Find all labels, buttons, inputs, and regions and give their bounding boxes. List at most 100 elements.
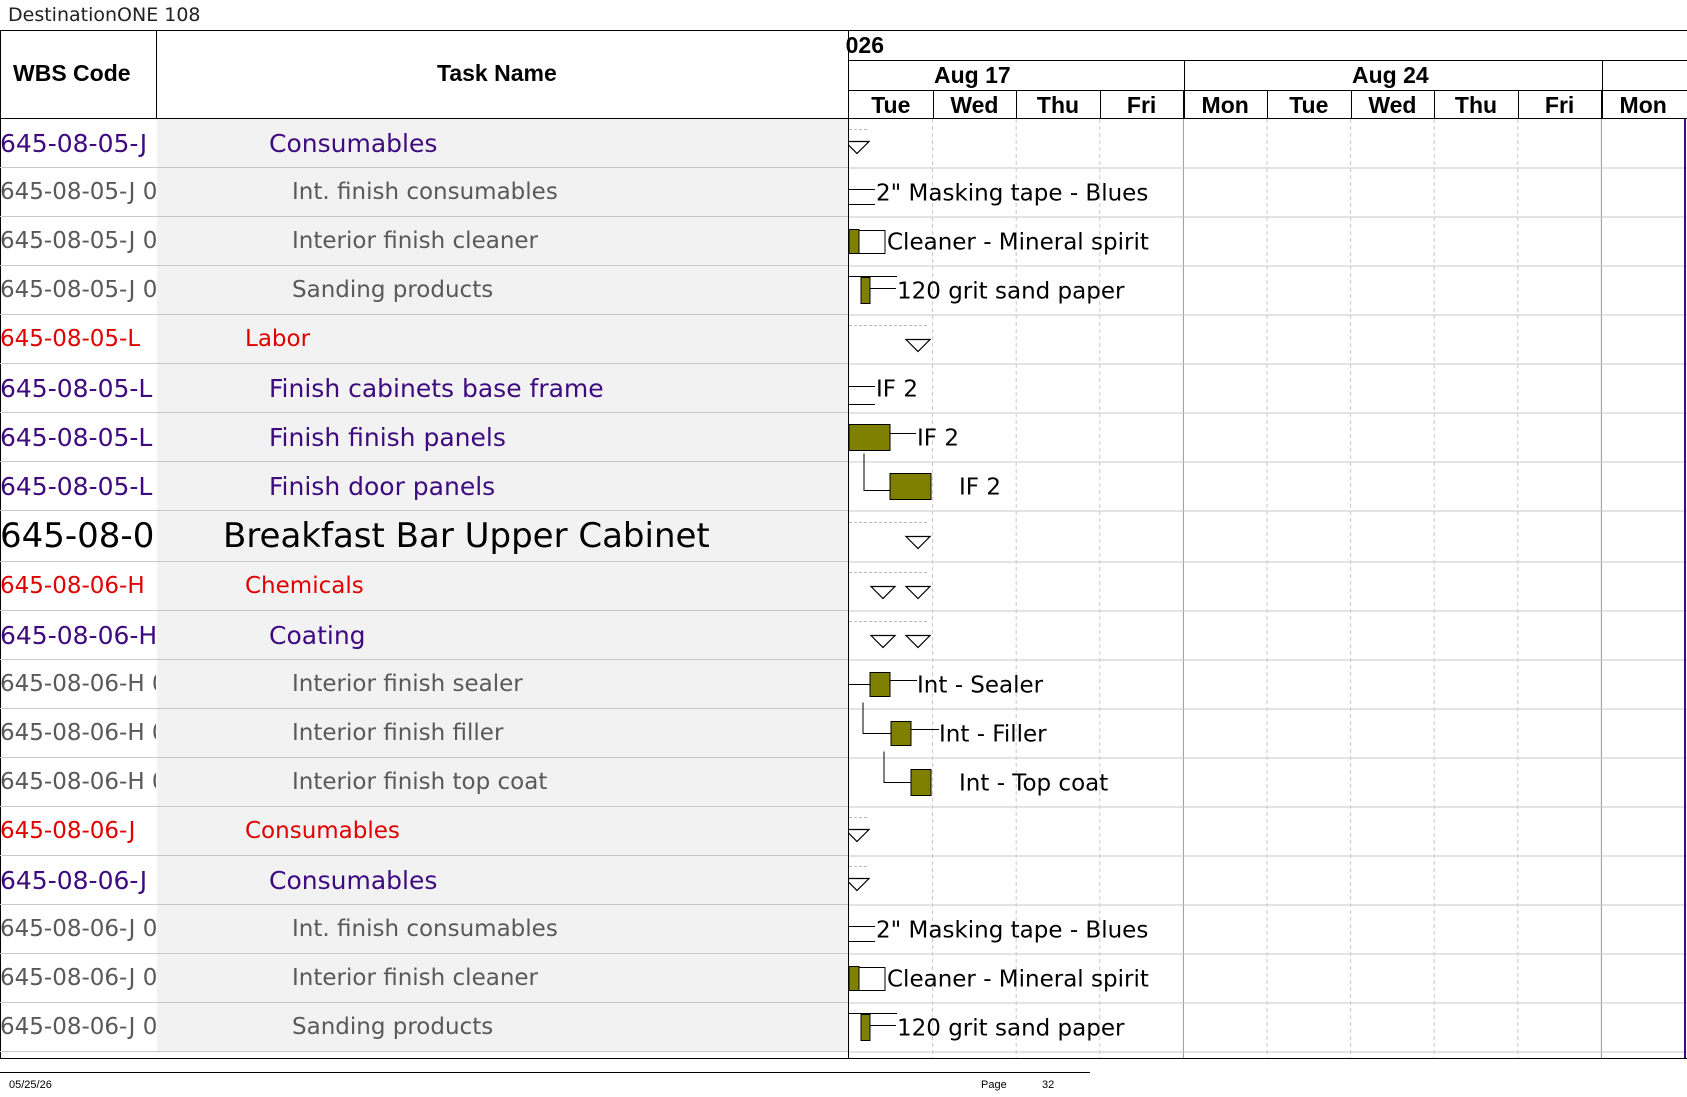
wbs-code-cell: 645-08-05-J 01 — [0, 277, 156, 303]
task-bar — [869, 672, 891, 697]
wbs-code-cell: 645-08-06-H — [0, 573, 145, 599]
task-bar — [849, 424, 891, 451]
day-divider — [1183, 90, 1185, 119]
task-name-cell: Consumables — [157, 119, 848, 167]
table-row[interactable]: 645-08-05-L Finish finish panels — [0, 413, 848, 462]
day-divider — [1601, 90, 1603, 119]
task-name-cell: Labor — [157, 315, 848, 363]
dependency-line — [859, 967, 886, 991]
table-row[interactable]: 645-08-06-H Coating — [0, 611, 848, 660]
summary-marker-icon — [869, 634, 897, 649]
week-label-aug-17: Aug 17 — [934, 62, 1011, 88]
summary-marker-icon — [849, 140, 871, 155]
gantt-bar-label: Int - Filler — [939, 722, 1047, 748]
table-row[interactable]: 645-08-06-H 0 Interior finish sealer — [0, 660, 848, 709]
footer-date: 05/25/26 — [9, 1079, 52, 1091]
day-label-0: Tue — [871, 92, 911, 118]
table-row[interactable]: 645-08-06-H 0 Interior finish filler — [0, 709, 848, 758]
task-name-cell: Sanding products — [157, 1003, 848, 1051]
day-divider — [932, 90, 934, 119]
day-divider — [1016, 90, 1018, 119]
wbs-code-cell: 645-08-05-L — [0, 326, 141, 352]
task-name-cell: Coating — [157, 611, 848, 659]
day-label-1: Wed — [950, 92, 999, 118]
day-divider — [1434, 90, 1436, 119]
day-label-8: Fri — [1544, 92, 1575, 118]
wbs-code-cell: 645-08-06-J 0 — [0, 865, 156, 895]
day-label-4: Mon — [1201, 92, 1249, 118]
table-row[interactable]: 645-08-05-J 0 Consumables — [0, 119, 848, 168]
table-row[interactable]: 645-08-05-L Finish cabinets base frame — [0, 364, 848, 413]
dependency-line — [862, 702, 891, 734]
gantt-bar-label: IF 2 — [876, 377, 918, 403]
wbs-code-cell: 645-08-06-H 0 — [0, 769, 156, 795]
wbs-code-cell: 645-08-06-J 01 — [0, 965, 156, 991]
summary-marker-icon — [904, 338, 932, 353]
wbs-code-cell: 645-08-05-L — [0, 373, 153, 403]
day-divider — [1517, 90, 1519, 119]
task-name-cell: Breakfast Bar Upper Cabinet — [157, 511, 848, 561]
table-bottom-border — [0, 1058, 1687, 1059]
gantt-bar-label: 2" Masking tape - Blues — [876, 918, 1148, 944]
task-bar — [860, 1014, 871, 1041]
task-bar — [860, 277, 871, 304]
table-row[interactable]: 645-08-06-H 0 Interior finish top coat — [0, 758, 848, 807]
table-row[interactable]: 645-08-05-J 01 Interior finish cleaner — [0, 217, 848, 266]
day-divider — [1267, 90, 1268, 119]
wbs-code-cell: 645-08-05-J 01 — [0, 179, 156, 205]
wbs-code-cell: 645-08-05-L — [0, 471, 153, 501]
header-top-border — [0, 30, 1687, 31]
task-bar — [910, 769, 932, 796]
day-label-3: Fri — [1126, 92, 1157, 118]
day-label-6: Wed — [1368, 92, 1417, 118]
table-row[interactable]: 645-08-05-L Finish door panels — [0, 462, 848, 511]
wbs-code-cell: 645-08-06-H 0 — [0, 671, 156, 697]
task-name-header[interactable]: Task Name — [437, 60, 557, 87]
wbs-code-cell: 645-08-06-J — [0, 818, 136, 844]
table-row[interactable]: 645-08-06-J Consumables — [0, 807, 848, 856]
gantt-bar-label: IF 2 — [959, 475, 1001, 501]
wbs-code-cell: 645-08-05-J 01 — [0, 228, 156, 254]
task-bar — [889, 473, 932, 500]
footer-rule — [0, 1072, 1090, 1073]
table-row[interactable]: 645-08-05-J 01 Int. finish consumables — [0, 168, 848, 217]
wbs-code-cell: 645-08-05-J 0 — [0, 128, 156, 158]
wbs-code-cell: 645-08-06-H — [0, 620, 156, 650]
table-row[interactable]: 645-08-06-J 01 Interior finish cleaner — [0, 954, 848, 1003]
gantt-bar-label: IF 2 — [917, 426, 959, 452]
year-row-border — [848, 60, 1687, 61]
wbs-code-header[interactable]: WBS Code — [13, 60, 131, 87]
wbs-code-cell: 645-08-05-L — [0, 422, 153, 452]
gantt-chart: 2" Masking tape - Blues Cleaner - Mineral… — [849, 119, 1687, 1059]
day-label-2: Thu — [1036, 92, 1080, 118]
wbs-code-cell: 645-08-06-H 0 — [0, 720, 156, 746]
task-bar — [849, 229, 860, 254]
summary-marker-icon — [869, 585, 897, 600]
footer-page-label: Page — [981, 1079, 1007, 1091]
day-divider — [1099, 90, 1101, 119]
gantt-bar-label: 120 grit sand paper — [897, 279, 1125, 305]
week-label-aug-24: Aug 24 — [1352, 62, 1429, 88]
summary-marker-icon — [904, 634, 932, 649]
dependency-line — [863, 453, 890, 491]
table-row[interactable]: 645-08-05-J 01 Sanding products — [0, 266, 848, 315]
dependency-line — [859, 230, 886, 254]
task-name-cell: Sanding products — [157, 266, 848, 314]
table-row[interactable]: 645-08-06-J 0 Consumables — [0, 856, 848, 905]
table-row[interactable]: 645-08-06-H Chemicals — [0, 562, 848, 611]
task-name-cell: Int. finish consumables — [157, 905, 848, 953]
task-name-cell: Finish door panels — [157, 462, 848, 510]
table-row[interactable]: 645-08-06-J 01 Sanding products — [0, 1003, 848, 1052]
table-row[interactable]: 645-08-06Breakfast Bar Upper Cabinet — [0, 511, 848, 562]
document-title: DestinationONE 108 — [8, 4, 201, 26]
task-name-cell: Chemicals — [157, 562, 848, 610]
day-label-9: Mon — [1619, 92, 1667, 118]
task-name-cell: Interior finish top coat — [157, 758, 848, 806]
table-row[interactable]: 645-08-06-J 01 Int. finish consumables — [0, 905, 848, 954]
wbs-code-cell: 645-08-06-J 01 — [0, 916, 156, 942]
task-name-cell: Interior finish sealer — [157, 660, 848, 708]
gantt-bar-label: Cleaner - Mineral spirit — [887, 967, 1149, 993]
summary-marker-icon — [904, 535, 932, 550]
table-row[interactable]: 645-08-05-L Labor — [0, 315, 848, 364]
task-name-cell: Int. finish consumables — [157, 168, 848, 216]
